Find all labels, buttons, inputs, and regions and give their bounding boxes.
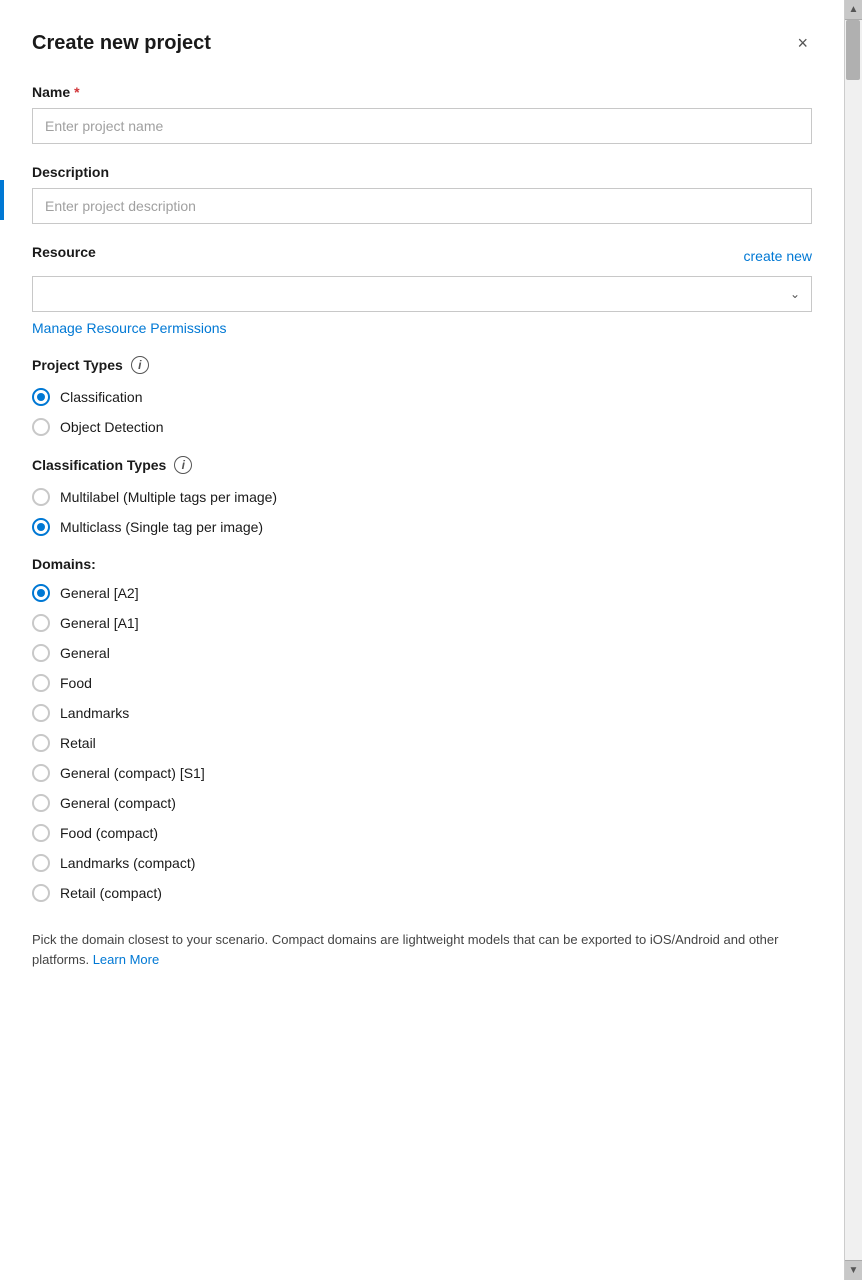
- landmarks-label: Landmarks: [60, 705, 129, 721]
- resource-select[interactable]: [32, 276, 812, 312]
- scrollbar: ▲ ▼: [844, 0, 862, 1280]
- general-a1-radio[interactable]: [32, 614, 50, 632]
- classification-type-multiclass[interactable]: Multiclass (Single tag per image): [32, 518, 812, 536]
- domains-label: Domains:: [32, 556, 812, 572]
- resource-field-group: Resource create new ⌄ Manage Resource Pe…: [32, 244, 812, 336]
- domain-general-compact[interactable]: General (compact): [32, 794, 812, 812]
- food-radio[interactable]: [32, 674, 50, 692]
- description-label: Description: [32, 164, 812, 180]
- dialog-panel: Create new project × Name* Description R…: [0, 0, 844, 1280]
- object-detection-radio[interactable]: [32, 418, 50, 436]
- dialog-title: Create new project: [32, 32, 211, 55]
- multilabel-label: Multilabel (Multiple tags per image): [60, 489, 277, 505]
- create-new-link[interactable]: create new: [744, 248, 812, 264]
- multiclass-label: Multiclass (Single tag per image): [60, 519, 263, 535]
- domain-general-compact-s1[interactable]: General (compact) [S1]: [32, 764, 812, 782]
- project-types-group: Project Types i Classification Object De…: [32, 356, 812, 436]
- project-types-info-icon[interactable]: i: [131, 356, 149, 374]
- general-compact-label: General (compact): [60, 795, 176, 811]
- name-input[interactable]: [32, 108, 812, 144]
- scroll-down-button[interactable]: ▼: [845, 1260, 862, 1280]
- close-button[interactable]: ×: [793, 30, 812, 56]
- food-compact-radio[interactable]: [32, 824, 50, 842]
- domains-radio-group: General [A2] General [A1] General Food L: [32, 584, 812, 902]
- domain-general-a2[interactable]: General [A2]: [32, 584, 812, 602]
- left-accent: [0, 180, 4, 220]
- domain-landmarks[interactable]: Landmarks: [32, 704, 812, 722]
- general-compact-radio[interactable]: [32, 794, 50, 812]
- classification-types-group: Classification Types i Multilabel (Multi…: [32, 456, 812, 536]
- footer-note: Pick the domain closest to your scenario…: [32, 930, 812, 969]
- resource-label: Resource: [32, 244, 96, 260]
- domain-food-compact[interactable]: Food (compact): [32, 824, 812, 842]
- landmarks-compact-radio[interactable]: [32, 854, 50, 872]
- general-compact-s1-label: General (compact) [S1]: [60, 765, 205, 781]
- classification-radio[interactable]: [32, 388, 50, 406]
- scrollbar-thumb[interactable]: [846, 20, 860, 80]
- food-compact-label: Food (compact): [60, 825, 158, 841]
- description-field-group: Description: [32, 164, 812, 224]
- landmarks-radio[interactable]: [32, 704, 50, 722]
- project-type-classification[interactable]: Classification: [32, 388, 812, 406]
- scrollbar-track: [845, 20, 862, 1260]
- general-a2-label: General [A2]: [60, 585, 139, 601]
- classification-types-radio-group: Multilabel (Multiple tags per image) Mul…: [32, 488, 812, 536]
- scroll-up-button[interactable]: ▲: [845, 0, 862, 20]
- multiclass-radio[interactable]: [32, 518, 50, 536]
- object-detection-label: Object Detection: [60, 419, 164, 435]
- retail-radio[interactable]: [32, 734, 50, 752]
- general-compact-s1-radio[interactable]: [32, 764, 50, 782]
- general-label: General: [60, 645, 110, 661]
- classification-types-title: Classification Types i: [32, 456, 812, 474]
- domain-landmarks-compact[interactable]: Landmarks (compact): [32, 854, 812, 872]
- resource-header: Resource create new: [32, 244, 812, 268]
- multilabel-radio[interactable]: [32, 488, 50, 506]
- retail-label: Retail: [60, 735, 96, 751]
- manage-permissions-link[interactable]: Manage Resource Permissions: [32, 320, 227, 336]
- resource-select-wrapper: ⌄: [32, 276, 812, 312]
- domain-retail-compact[interactable]: Retail (compact): [32, 884, 812, 902]
- retail-compact-label: Retail (compact): [60, 885, 162, 901]
- classification-types-info-icon[interactable]: i: [174, 456, 192, 474]
- general-a1-label: General [A1]: [60, 615, 139, 631]
- name-label: Name*: [32, 84, 812, 100]
- domain-retail[interactable]: Retail: [32, 734, 812, 752]
- project-type-object-detection[interactable]: Object Detection: [32, 418, 812, 436]
- domain-general[interactable]: General: [32, 644, 812, 662]
- classification-label: Classification: [60, 389, 142, 405]
- name-field-group: Name*: [32, 84, 812, 144]
- general-radio[interactable]: [32, 644, 50, 662]
- project-types-radio-group: Classification Object Detection: [32, 388, 812, 436]
- retail-compact-radio[interactable]: [32, 884, 50, 902]
- general-a2-radio[interactable]: [32, 584, 50, 602]
- learn-more-link[interactable]: Learn More: [93, 952, 159, 967]
- landmarks-compact-label: Landmarks (compact): [60, 855, 195, 871]
- domains-section: Domains: General [A2] General [A1] Gener…: [32, 556, 812, 902]
- dialog-header: Create new project ×: [32, 30, 812, 56]
- dialog-container: Create new project × Name* Description R…: [0, 0, 862, 1280]
- domain-food[interactable]: Food: [32, 674, 812, 692]
- domain-general-a1[interactable]: General [A1]: [32, 614, 812, 632]
- required-indicator: *: [74, 84, 79, 100]
- food-label: Food: [60, 675, 92, 691]
- description-input[interactable]: [32, 188, 812, 224]
- project-types-title: Project Types i: [32, 356, 812, 374]
- classification-type-multilabel[interactable]: Multilabel (Multiple tags per image): [32, 488, 812, 506]
